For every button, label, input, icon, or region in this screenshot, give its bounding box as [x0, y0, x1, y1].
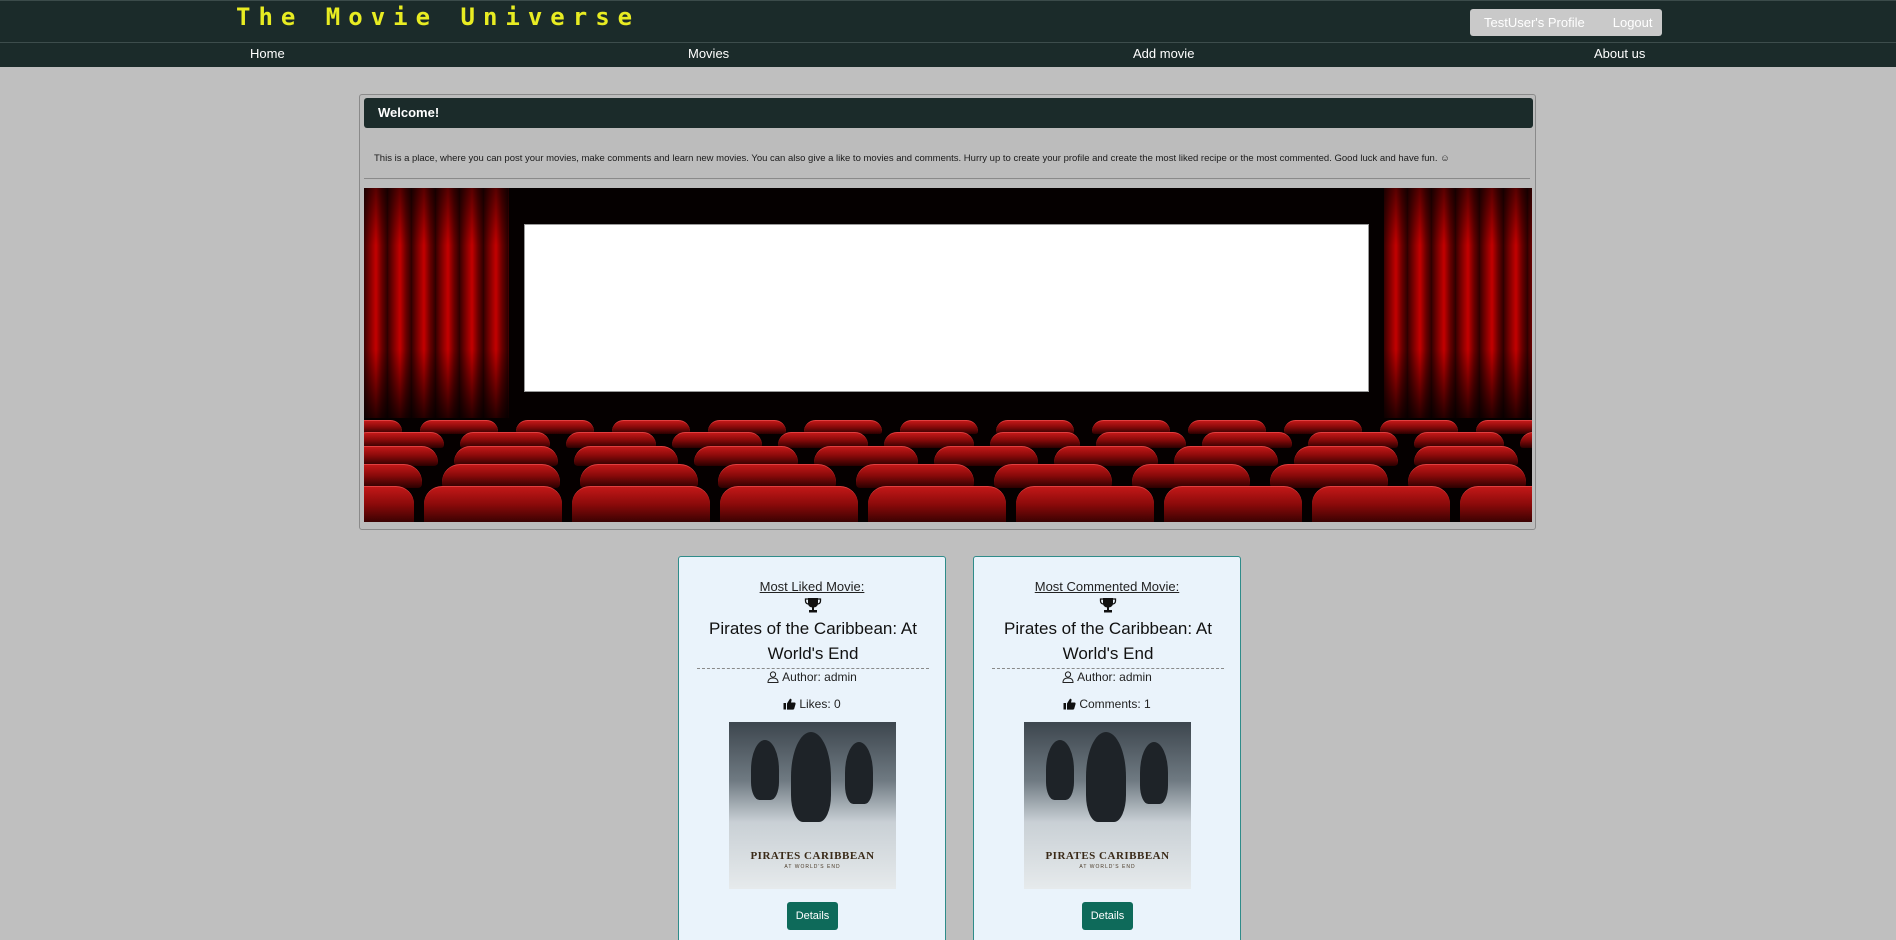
nav-add-movie[interactable]: Add movie [1133, 46, 1194, 61]
poster-logo-text: PIRATES CARIBBEAN [1045, 850, 1170, 862]
main-nav: Home Movies Add movie About us [0, 42, 1896, 67]
author-text: Author: admin [1077, 670, 1152, 684]
author-line: Author: admin [679, 670, 945, 684]
welcome-panel: Welcome! This is a place, where you can … [359, 94, 1536, 530]
likes-text: Likes: 0 [799, 697, 841, 711]
author-text: Author: admin [782, 670, 857, 684]
site-header: The Movie Universe TestUser's Profile Lo… [0, 0, 1896, 42]
movie-poster-image[interactable]: PIRATES CARIBBEAN AT WORLD'S END [729, 722, 896, 889]
movie-title[interactable]: Pirates of the Caribbean: At World's End [988, 616, 1228, 666]
movie-poster-image[interactable]: PIRATES CARIBBEAN AT WORLD'S END [1024, 722, 1191, 889]
poster-subtitle: AT WORLD'S END [1079, 864, 1136, 870]
user-icon [767, 671, 779, 683]
movie-title[interactable]: Pirates of the Caribbean: At World's End [693, 616, 933, 666]
site-title[interactable]: The Movie Universe [236, 3, 640, 31]
cinema-screen [524, 224, 1369, 392]
details-button[interactable]: Details [787, 902, 838, 930]
user-menu: TestUser's Profile Logout [1470, 9, 1662, 36]
comments-text: Comments: 1 [1079, 697, 1151, 711]
thumbs-up-icon [1063, 698, 1076, 710]
poster-subtitle: AT WORLD'S END [784, 864, 841, 870]
user-icon [1062, 671, 1074, 683]
card-divider [992, 668, 1224, 669]
logout-link[interactable]: Logout [1599, 9, 1667, 36]
comments-line: Comments: 1 [974, 697, 1240, 711]
welcome-divider [364, 178, 1530, 179]
details-button[interactable]: Details [1082, 902, 1133, 930]
left-curtain [364, 188, 509, 418]
nav-movies[interactable]: Movies [688, 46, 729, 61]
thumbs-up-icon [783, 698, 796, 710]
profile-link[interactable]: TestUser's Profile [1470, 9, 1599, 36]
trophy-icon [1099, 598, 1117, 613]
nav-about-us[interactable]: About us [1594, 46, 1645, 61]
cinema-banner-image [364, 188, 1532, 522]
welcome-heading: Welcome! [364, 98, 1533, 128]
card-label: Most Liked Movie: [759, 579, 865, 594]
cinema-seats [364, 420, 1532, 522]
poster-logo-text: PIRATES CARIBBEAN [750, 850, 875, 862]
most-commented-card: Most Commented Movie: Pirates of the Car… [973, 556, 1241, 940]
likes-line: Likes: 0 [679, 697, 945, 711]
trophy-icon [804, 598, 822, 613]
nav-home[interactable]: Home [250, 46, 285, 61]
right-curtain [1384, 188, 1532, 418]
author-line: Author: admin [974, 670, 1240, 684]
most-liked-card: Most Liked Movie: Pirates of the Caribbe… [678, 556, 946, 940]
card-divider [697, 668, 929, 669]
welcome-text: This is a place, where you can post your… [374, 153, 1450, 164]
card-label: Most Commented Movie: [1034, 579, 1180, 594]
